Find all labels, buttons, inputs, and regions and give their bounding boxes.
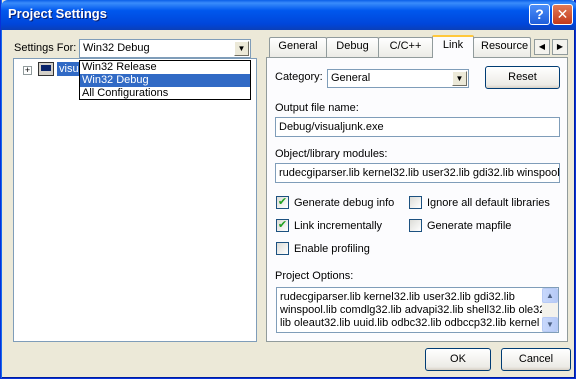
window-title: Project Settings — [8, 6, 107, 21]
category-combo[interactable]: General ▼ — [327, 69, 469, 88]
tab-resource[interactable]: Resource — [473, 37, 531, 57]
project-options-line: lib oleaut32.lib uuid.lib odbc32.lib odb… — [280, 317, 540, 329]
modules-input[interactable]: rudecgiparser.lib kernel32.lib user32.li… — [275, 163, 560, 183]
generate-debug-checkbox[interactable]: ✔ — [276, 196, 289, 209]
chevron-down-icon[interactable]: ▼ — [452, 71, 467, 86]
config-option-win32-debug[interactable]: Win32 Debug — [80, 74, 250, 87]
settings-for-label: Settings For: — [14, 42, 77, 54]
scroll-down-icon[interactable]: ▼ — [542, 317, 558, 332]
generate-debug-label: Generate debug info — [294, 197, 395, 209]
configuration-dropdown-list[interactable]: Win32 Release Win32 Debug All Configurat… — [79, 60, 251, 100]
output-file-label: Output file name: — [275, 102, 359, 114]
link-incrementally-label: Link incrementally — [294, 220, 383, 232]
tab-cpp[interactable]: C/C++ — [378, 37, 433, 57]
category-label: Category: — [275, 71, 323, 83]
reset-button[interactable]: Reset — [485, 66, 560, 89]
project-options-textarea[interactable]: rudecgiparser.lib kernel32.lib user32.li… — [276, 287, 559, 333]
modules-label: Object/library modules: — [275, 148, 388, 160]
ignore-default-libraries-label: Ignore all default libraries — [427, 197, 550, 209]
cancel-button[interactable]: Cancel — [501, 348, 571, 371]
enable-profiling-checkbox[interactable] — [276, 242, 289, 255]
help-button[interactable]: ? — [529, 4, 550, 25]
project-options-line: winspool.lib comdlg32.lib advapi32.lib s… — [280, 304, 549, 316]
tree-project-label[interactable]: visu — [57, 62, 81, 76]
project-icon — [38, 62, 54, 76]
ok-button[interactable]: OK — [425, 348, 491, 371]
tree-expand-icon[interactable]: + — [23, 66, 32, 75]
generate-mapfile-checkbox[interactable] — [409, 219, 422, 232]
tab-general[interactable]: General — [269, 37, 327, 57]
link-incrementally-checkbox[interactable]: ✔ — [276, 219, 289, 232]
settings-for-value: Win32 Debug — [83, 42, 150, 54]
scroll-up-icon[interactable]: ▲ — [542, 288, 558, 303]
ignore-default-libraries-checkbox[interactable] — [409, 196, 422, 209]
enable-profiling-label: Enable profiling — [294, 243, 370, 255]
tab-debug[interactable]: Debug — [326, 37, 379, 57]
close-button[interactable]: ✕ — [552, 4, 573, 25]
tab-scroll-left-icon[interactable]: ◀ — [534, 39, 550, 55]
project-settings-window: Project Settings ? ✕ Settings For: Win32… — [0, 0, 576, 379]
title-bar[interactable]: Project Settings ? ✕ — [1, 0, 576, 30]
category-value: General — [331, 72, 371, 84]
tab-link[interactable]: Link — [432, 35, 474, 58]
settings-for-combo[interactable]: Win32 Debug ▼ — [79, 39, 251, 58]
config-option-win32-release[interactable]: Win32 Release — [80, 61, 250, 74]
project-tree[interactable]: + visu — [13, 58, 257, 342]
project-options-scrollbar[interactable]: ▲ ▼ — [542, 288, 558, 332]
output-file-input[interactable]: Debug/visualjunk.exe — [275, 117, 560, 137]
generate-mapfile-label: Generate mapfile — [427, 220, 512, 232]
chevron-down-icon[interactable]: ▼ — [234, 41, 249, 56]
config-option-all-configurations[interactable]: All Configurations — [80, 87, 250, 100]
tab-scroll-right-icon[interactable]: ▶ — [552, 39, 568, 55]
project-options-label: Project Options: — [275, 270, 354, 282]
project-options-line: rudecgiparser.lib kernel32.lib user32.li… — [280, 291, 515, 303]
